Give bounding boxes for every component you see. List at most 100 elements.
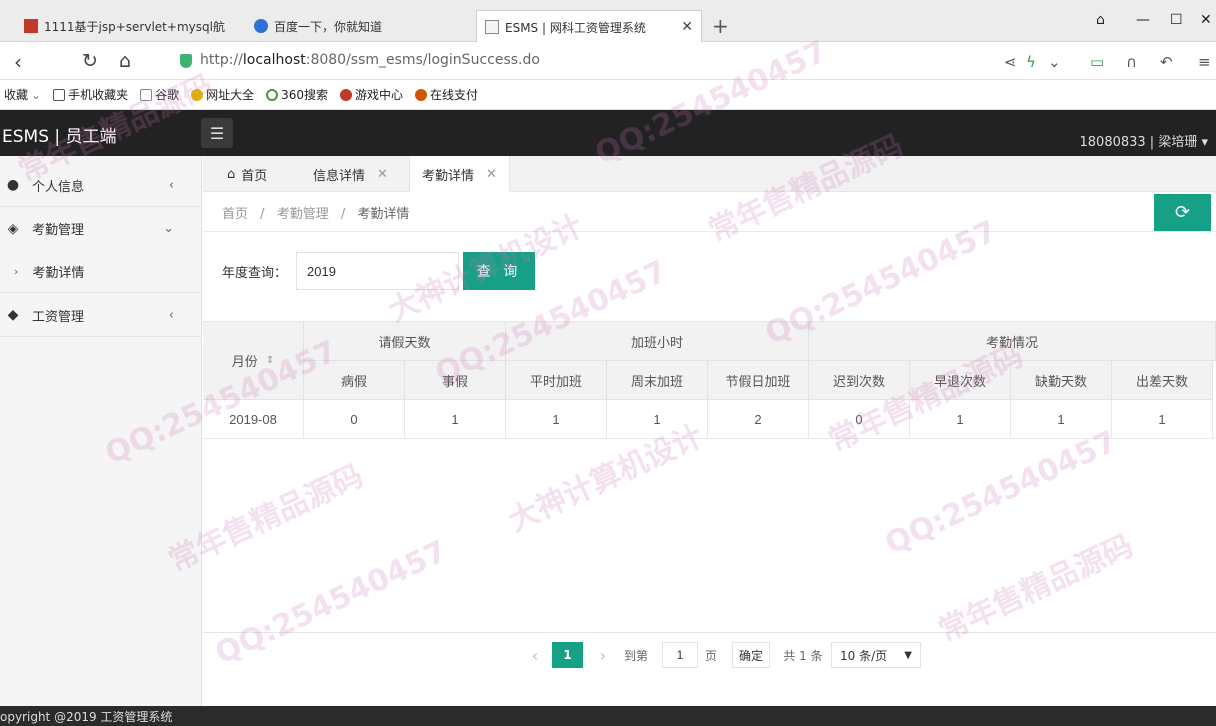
month-header[interactable]: 月份 ⇕ xyxy=(203,322,304,400)
phone-icon xyxy=(53,88,66,101)
page-icon xyxy=(140,88,153,101)
shirt-skin-icon[interactable]: ⌂ xyxy=(1096,12,1105,28)
menu-toggle-icon[interactable]: ☰ xyxy=(201,118,233,148)
bookmark-item[interactable]: 360搜索 xyxy=(266,86,328,103)
tab-home[interactable]: ⌂ 首页 xyxy=(215,156,279,192)
page-size-select[interactable]: 10 条/页 ▼ xyxy=(831,642,921,668)
year-input[interactable] xyxy=(296,252,459,290)
search-360-icon xyxy=(266,88,279,101)
chevron-down-icon: ⌄ xyxy=(31,87,42,102)
breadcrumb-separator: / xyxy=(260,207,265,222)
close-icon[interactable]: ✕ xyxy=(377,167,388,182)
group-header-leave: 请假天数 xyxy=(304,322,506,361)
dropdown-icon[interactable]: ⌄ xyxy=(1048,53,1061,71)
bookmark-item[interactable]: 在线支付 xyxy=(415,86,478,103)
site-favicon-icon xyxy=(24,19,38,33)
column-header: 缺勤天数 xyxy=(1011,361,1112,400)
reload-icon[interactable]: ↻ xyxy=(82,50,98,72)
browser-tab-bar: 1111基于jsp+servlet+mysql航 百度一下，你就知道 ESMS … xyxy=(0,0,1216,43)
table-cell: 2 xyxy=(708,400,809,439)
browser-tab-active[interactable]: ESMS | 网科工资管理系统 ✕ xyxy=(476,10,702,43)
baidu-paw-icon xyxy=(254,19,268,33)
tab-attendance-detail[interactable]: 考勤详情 ✕ xyxy=(409,156,510,193)
bookmark-favorites[interactable]: 收藏 ⌄ xyxy=(4,86,41,103)
lightning-icon[interactable]: ϟ xyxy=(1026,53,1036,71)
bookmarks-bar: 收藏 ⌄ 手机收藏夹 谷歌 网址大全 360搜索 游戏中心 在线支付 xyxy=(0,80,1216,110)
battery-icon[interactable]: ▭ xyxy=(1090,53,1104,71)
close-icon[interactable]: ✕ xyxy=(486,167,497,182)
column-header: 节假日加班 xyxy=(708,361,809,400)
year-query-label: 年度查询： xyxy=(222,266,288,281)
headphones-icon[interactable]: ∩ xyxy=(1126,53,1137,71)
bookmark-item[interactable]: 游戏中心 xyxy=(340,86,403,103)
tab-label: 考勤详情 xyxy=(422,169,475,184)
sidebar-item-label: 工资管理 xyxy=(32,309,85,325)
table-cell: 1 xyxy=(1112,400,1213,439)
sidebar-item-salary[interactable]: ◆ 工资管理 ‹ xyxy=(0,294,202,337)
share-icon[interactable]: ⋖ xyxy=(1004,53,1017,71)
page-number-current[interactable]: 1 xyxy=(552,642,583,668)
caret-down-icon: ▾ xyxy=(1201,135,1208,150)
breadcrumb-current: 考勤详情 xyxy=(357,207,410,222)
table-cell: 1 xyxy=(607,400,708,439)
tab-label: 信息详情 xyxy=(313,168,366,184)
payment-icon xyxy=(415,88,428,101)
bookmark-item[interactable]: 谷歌 xyxy=(140,86,179,103)
bookmark-item[interactable]: 网址大全 xyxy=(191,86,254,103)
browser-tab[interactable]: 百度一下，你就知道 xyxy=(246,10,472,42)
table-cell: 0 xyxy=(304,400,405,439)
pagination: ‹ 1 › 到第 页 确定 共 1 条 10 条/页 ▼ xyxy=(203,632,1216,678)
url-scheme: http:// xyxy=(200,52,243,68)
browser-tab[interactable]: 1111基于jsp+servlet+mysql航 xyxy=(16,10,238,42)
user-icon: ● xyxy=(6,177,20,193)
column-header: 病假 xyxy=(304,361,405,400)
home-icon[interactable]: ⌂ xyxy=(119,50,131,72)
goto-page-input[interactable] xyxy=(662,642,698,668)
total-count: 共 1 条 xyxy=(783,648,823,663)
page-favicon-icon xyxy=(485,20,499,34)
chevron-left-icon: ‹ xyxy=(168,307,174,323)
sidebar-item-label: 考勤管理 xyxy=(32,223,85,238)
app-logo[interactable]: ESMS | 员工端 xyxy=(2,122,117,147)
user-menu[interactable]: 18080833 | 梁培珊 ▾ xyxy=(1080,131,1209,150)
bookmark-label: 收藏 xyxy=(4,88,29,102)
sidebar-item-attendance[interactable]: ◈ 考勤管理 ⌄ xyxy=(0,207,202,250)
user-name: 18080833 | 梁培珊 xyxy=(1079,135,1198,150)
close-window-icon[interactable]: ✕ xyxy=(1200,12,1212,28)
sidebar-item-personal-info[interactable]: ● 个人信息 ‹ xyxy=(0,164,202,207)
back-icon[interactable]: ‹ xyxy=(14,50,22,74)
page-size-value: 10 条/页 xyxy=(840,648,888,663)
globe-icon xyxy=(191,88,204,101)
maximize-icon[interactable]: ☐ xyxy=(1170,12,1183,28)
browser-tab-title: 1111基于jsp+servlet+mysql航 xyxy=(44,19,225,34)
undo-icon[interactable]: ↶ xyxy=(1160,53,1173,71)
query-button[interactable]: 查 询 xyxy=(463,252,535,290)
secure-shield-icon xyxy=(180,54,192,68)
close-tab-icon[interactable]: ✕ xyxy=(681,19,693,35)
menu-icon[interactable]: ≡ xyxy=(1198,53,1211,71)
refresh-button[interactable]: ⟳ xyxy=(1154,194,1211,231)
new-tab-icon[interactable]: + xyxy=(712,14,729,38)
prev-page-icon[interactable]: ‹ xyxy=(525,642,545,668)
address-bar: ‹ ↻ ⌂ http://localhost:8080/ssm_esms/log… xyxy=(0,42,1216,80)
bookmark-item[interactable]: 手机收藏夹 xyxy=(53,86,128,103)
breadcrumb-home[interactable]: 首页 xyxy=(222,207,248,222)
sidebar: ● 个人信息 ‹ ◈ 考勤管理 ⌄ › 考勤详情 ◆ 工资管理 ‹ xyxy=(0,156,202,706)
footer: opyright @2019 工资管理系统 xyxy=(0,706,1216,726)
caret-down-icon: ▼ xyxy=(904,649,912,661)
group-header-attendance: 考勤情况 xyxy=(809,322,1216,361)
sidebar-subitem-attendance-detail[interactable]: › 考勤详情 xyxy=(0,250,202,293)
bookmark-label: 网址大全 xyxy=(206,88,255,102)
page-tabs: ⌂ 首页 信息详情 ✕ 考勤详情 ✕ xyxy=(203,156,1216,193)
browser-tab-title: 百度一下，你就知道 xyxy=(274,19,383,34)
tab-label: 首页 xyxy=(241,168,268,184)
confirm-page-button[interactable]: 确定 xyxy=(732,642,770,668)
minimize-icon[interactable]: — xyxy=(1136,12,1150,28)
tab-info-detail[interactable]: 信息详情 ✕ xyxy=(301,156,400,192)
browser-tab-title: ESMS | 网科工资管理系统 xyxy=(505,20,646,35)
divider xyxy=(203,231,1216,232)
url-field[interactable]: http://localhost:8080/ssm_esms/loginSucc… xyxy=(200,52,540,68)
breadcrumb-attendance[interactable]: 考勤管理 xyxy=(277,207,329,222)
sort-icon[interactable]: ⇕ xyxy=(266,355,274,366)
next-page-icon[interactable]: › xyxy=(593,642,613,668)
